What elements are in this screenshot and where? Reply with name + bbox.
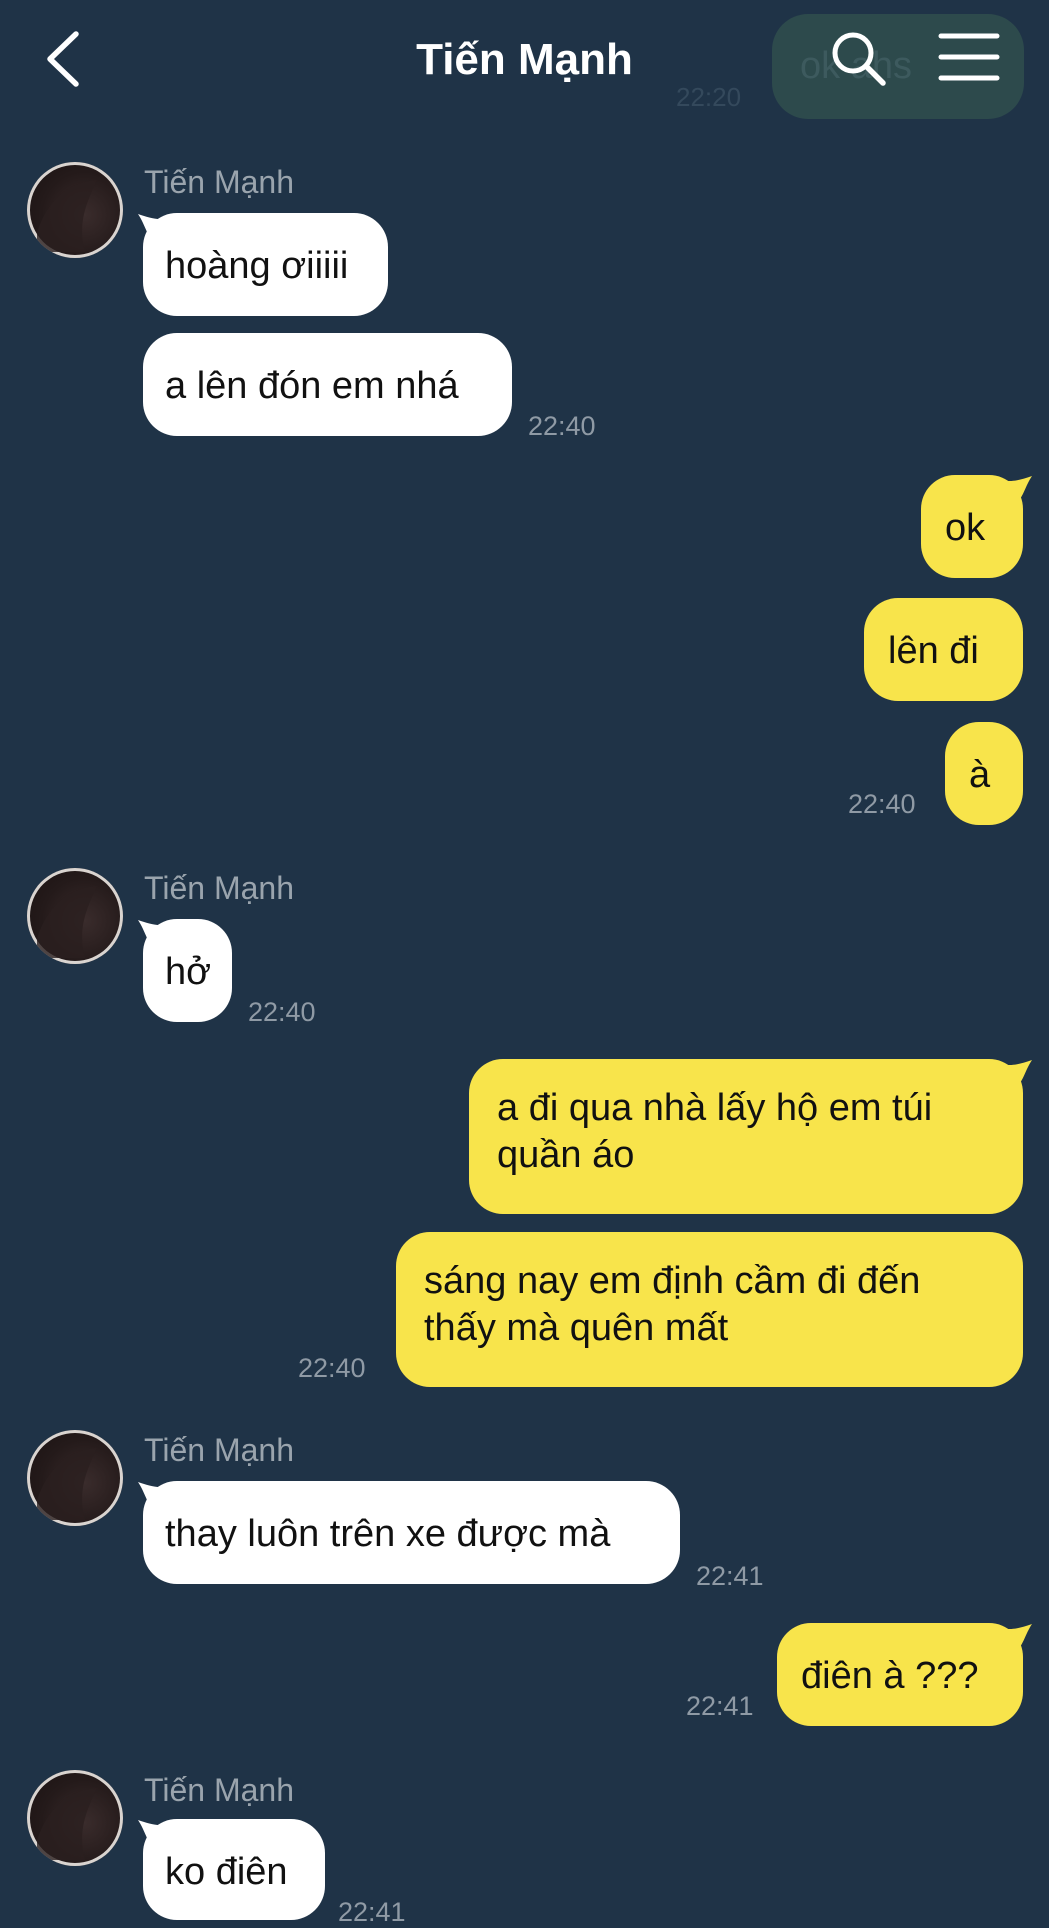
incoming-message-bubble[interactable]: a lên đón em nhá <box>143 333 512 436</box>
contact-avatar[interactable] <box>27 162 123 258</box>
hamburger-menu-icon <box>938 33 1000 81</box>
chat-title: Tiến Mạnh <box>416 35 633 84</box>
search-button[interactable] <box>828 28 888 88</box>
message-timestamp: 22:41 <box>338 1897 406 1927</box>
incoming-message-bubble[interactable]: ko điên <box>143 1819 325 1920</box>
sender-name: Tiến Mạnh <box>144 1772 294 1808</box>
message-timestamp: 22:41 <box>686 1691 754 1721</box>
contact-avatar[interactable] <box>27 868 123 964</box>
contact-avatar[interactable] <box>27 1430 123 1526</box>
avatar-image <box>37 1448 97 1520</box>
avatar-image <box>37 1788 97 1860</box>
message-timestamp: 22:40 <box>528 411 596 441</box>
incoming-message-bubble[interactable]: hở <box>143 919 232 1022</box>
sender-name: Tiến Mạnh <box>144 164 294 200</box>
outgoing-message-bubble[interactable]: ok <box>921 475 1023 578</box>
outgoing-message-bubble[interactable]: a đi qua nhà lấy hộ em túi quần áo <box>469 1059 1023 1214</box>
message-timestamp: 22:41 <box>696 1561 764 1591</box>
message-timestamp: 22:40 <box>298 1353 366 1383</box>
outgoing-message-bubble[interactable]: lên đi <box>864 598 1023 701</box>
avatar-image <box>37 886 97 958</box>
incoming-message-bubble[interactable]: thay luôn trên xe được mà <box>143 1481 680 1584</box>
outgoing-message-bubble[interactable]: sáng nay em định cầm đi đến thấy mà quên… <box>396 1232 1023 1387</box>
sender-name: Tiến Mạnh <box>144 1432 294 1468</box>
message-timestamp: 22:40 <box>848 789 916 819</box>
search-icon <box>832 32 886 86</box>
menu-button[interactable] <box>938 30 1000 84</box>
outgoing-message-bubble[interactable]: à <box>945 722 1023 825</box>
sender-name: Tiến Mạnh <box>144 870 294 906</box>
chat-header: Tiến Mạnh <box>0 0 1049 118</box>
contact-avatar[interactable] <box>27 1770 123 1866</box>
message-timestamp: 22:40 <box>248 997 316 1027</box>
avatar-image <box>37 180 97 252</box>
incoming-message-bubble[interactable]: hoàng ơiiiii <box>143 213 388 316</box>
outgoing-message-bubble[interactable]: điên à ??? <box>777 1623 1023 1726</box>
